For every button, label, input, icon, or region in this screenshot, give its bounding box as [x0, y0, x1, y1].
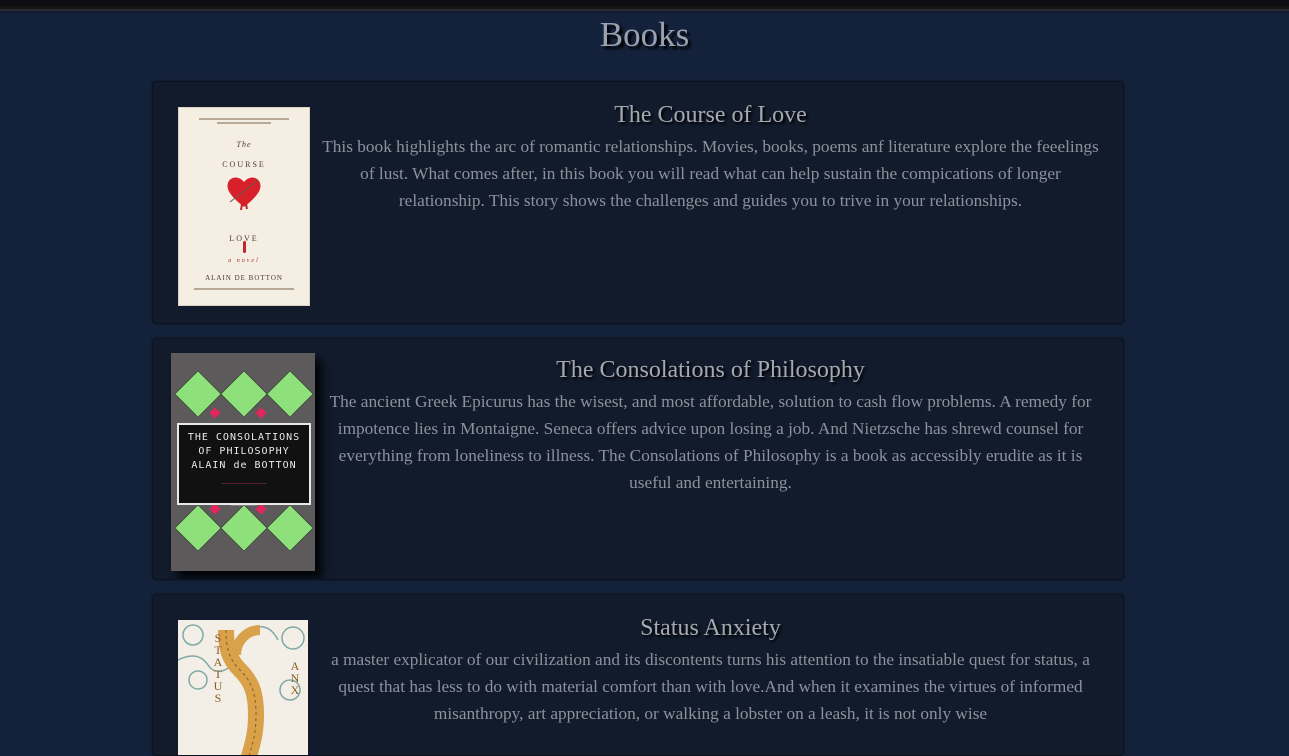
cover-title-panel: THE CONSOLATIONS OF PHILOSOPHY ALAIN de … [177, 423, 311, 508]
top-bar [0, 0, 1289, 14]
book-title: The Consolations of Philosophy [556, 357, 865, 383]
book-description: a master explicator of our civilization … [331, 650, 1090, 723]
book-card: THE CONSOLATIONS OF PHILOSOPHY ALAIN de … [152, 338, 1124, 580]
book-description: This book highlights the arc of romantic… [322, 137, 1099, 210]
cover-author: ALAIN DE BOTTON [205, 274, 283, 282]
book-cover-image: The COURSE LOVE a novel ALAIN DE BOTTON [178, 107, 310, 306]
book-info: The Consolations of Philosophy The ancie… [318, 355, 1103, 496]
book-info: The Course of Love This book highlights … [318, 100, 1103, 214]
cover-text: ANX [290, 659, 300, 697]
cover-fine-print: ——————————— [230, 503, 258, 508]
cover-text: The [236, 140, 252, 149]
cover-quote-lines [194, 286, 294, 296]
cover-text: THE CONSOLATIONS [187, 432, 301, 443]
blood-drip [243, 241, 246, 253]
cover-text: OF PHILOSOPHY [198, 446, 290, 457]
cover-fine-print: ——————————————— [221, 481, 267, 487]
page-title: Books [599, 15, 690, 54]
cover-text: a novel [228, 258, 260, 264]
book-card: STATUS ANX Status Anxiety a master expli… [152, 594, 1124, 756]
cover-author: ALAIN de BOTTON [191, 460, 297, 471]
book-description: The ancient Greek Epicurus has the wises… [329, 392, 1092, 492]
book-title: The Course of Love [614, 102, 807, 128]
cover-text: STATUS [213, 631, 223, 705]
cover-text: COURSE [222, 160, 266, 169]
book-info: Status Anxiety a master explicator of ou… [318, 613, 1103, 727]
cover-quote-lines [199, 116, 289, 126]
heart-icon [227, 177, 261, 210]
book-cover-image: THE CONSOLATIONS OF PHILOSOPHY ALAIN de … [171, 353, 315, 571]
book-title: Status Anxiety [640, 615, 781, 641]
book-card: The COURSE LOVE a novel ALAIN DE BOTTON … [152, 81, 1124, 324]
book-cover-image: STATUS ANX [178, 620, 308, 755]
